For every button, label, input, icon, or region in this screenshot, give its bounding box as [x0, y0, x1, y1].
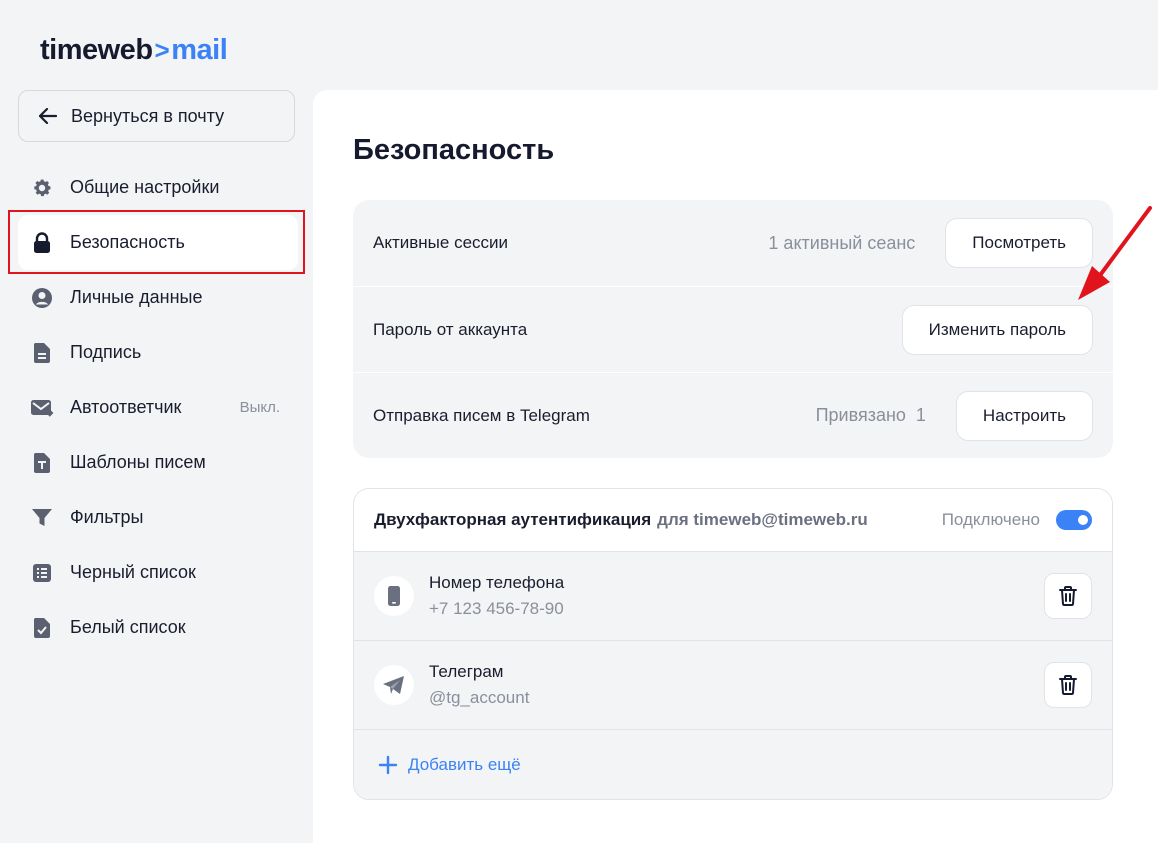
sidebar-item-whitelist[interactable]: Белый список [18, 600, 298, 655]
delete-phone-button[interactable] [1044, 573, 1092, 619]
add-more-button[interactable]: Добавить ещё [354, 730, 1112, 799]
telegram-forwarding-label: Отправка писем в Telegram [373, 405, 590, 425]
sidebar-item-label: Шаблоны писем [70, 452, 206, 472]
sidebar-item-autoresponder[interactable]: Автоответчик Выкл. [18, 380, 298, 435]
sidebar-item-general[interactable]: Общие настройки [18, 160, 298, 215]
view-sessions-button[interactable]: Посмотреть [945, 218, 1093, 268]
telegram-icon [374, 665, 414, 705]
security-settings-card: Активные сессии 1 активный сеанс Посмотр… [353, 200, 1113, 458]
logo-brand: timeweb [40, 34, 153, 66]
arrow-left-icon [39, 108, 57, 124]
trash-icon [1059, 586, 1077, 606]
add-more-label: Добавить ещё [408, 755, 521, 774]
sidebar-item-label: Безопасность [70, 232, 185, 252]
sidebar-item-label: Общие настройки [70, 177, 220, 197]
template-icon [30, 451, 54, 475]
logo-separator: > [154, 35, 170, 65]
sidebar-item-label: Личные данные [70, 287, 203, 307]
method-title: Телеграм [429, 662, 504, 681]
two-factor-account: для timeweb@timeweb.ru [657, 510, 868, 529]
sidebar-item-personal-data[interactable]: Личные данные [18, 270, 298, 325]
filter-icon [30, 506, 54, 530]
two-factor-methods: Номер телефона +7 123 456-78-90 Телеграм… [354, 552, 1112, 799]
two-factor-card: Двухфакторная аутентификация для timeweb… [353, 488, 1113, 800]
check-document-icon [30, 616, 54, 640]
phone-icon [374, 576, 414, 616]
account-password-label: Пароль от аккаунта [373, 319, 528, 339]
two-factor-title: Двухфакторная аутентификация [374, 510, 652, 529]
document-icon [30, 341, 54, 365]
method-value: +7 123 456-78-90 [429, 599, 564, 618]
back-to-mail-label: Вернуться в почту [71, 105, 225, 126]
sidebar-item-blacklist[interactable]: Черный список [18, 545, 298, 600]
page-title: Безопасность [353, 134, 555, 166]
sidebar-item-label: Подпись [70, 342, 142, 362]
delete-telegram-button[interactable] [1044, 662, 1092, 708]
logo-product: mail [171, 34, 228, 66]
sidebar-item-security[interactable]: Безопасность [18, 215, 298, 270]
account-password-row: Пароль от аккаунта Изменить пароль [353, 286, 1113, 372]
user-circle-icon [30, 286, 54, 310]
logo[interactable]: timeweb > mail [40, 34, 228, 67]
two-factor-status: Подключено [941, 510, 1040, 529]
active-sessions-count: 1 активный сеанс [768, 232, 916, 253]
sidebar-item-signature[interactable]: Подпись [18, 325, 298, 380]
mail-forward-icon [30, 396, 54, 420]
sidebar-item-label: Фильтры [70, 507, 144, 527]
lock-icon [30, 231, 54, 255]
sidebar-item-label: Белый список [70, 617, 186, 637]
sidebar-nav: Общие настройки Безопасность Личные данн… [18, 160, 298, 655]
list-item: Телеграм @tg_account [354, 641, 1112, 730]
sidebar-item-filters[interactable]: Фильтры [18, 490, 298, 545]
telegram-forwarding-row: Отправка писем в Telegram Привязано 1 На… [353, 372, 1113, 458]
plus-icon [378, 755, 398, 775]
list-icon [30, 561, 54, 585]
active-sessions-label: Активные сессии [373, 233, 509, 252]
method-title: Номер телефона [429, 573, 565, 592]
gear-icon [30, 176, 54, 200]
trash-icon [1059, 675, 1077, 695]
sidebar-item-label: Черный список [70, 562, 196, 582]
configure-telegram-button[interactable]: Настроить [955, 390, 1093, 441]
sidebar-item-label: Автоответчик [70, 397, 182, 417]
list-item: Номер телефона +7 123 456-78-90 [354, 552, 1112, 641]
main-panel: Безопасность Активные сессии 1 активный … [313, 90, 1158, 843]
back-to-mail-button[interactable]: Вернуться в почту [18, 90, 295, 142]
method-value: @tg_account [429, 688, 530, 707]
change-password-button[interactable]: Изменить пароль [901, 304, 1093, 355]
telegram-linked-count: Привязано 1 [815, 405, 926, 425]
two-factor-header: Двухфакторная аутентификация для timeweb… [354, 489, 1112, 552]
sidebar-item-templates[interactable]: Шаблоны писем [18, 435, 298, 490]
two-factor-toggle[interactable] [1056, 510, 1092, 530]
active-sessions-row: Активные сессии 1 активный сеанс Посмотр… [353, 200, 1113, 286]
autoresponder-status-badge: Выкл. [239, 399, 280, 416]
